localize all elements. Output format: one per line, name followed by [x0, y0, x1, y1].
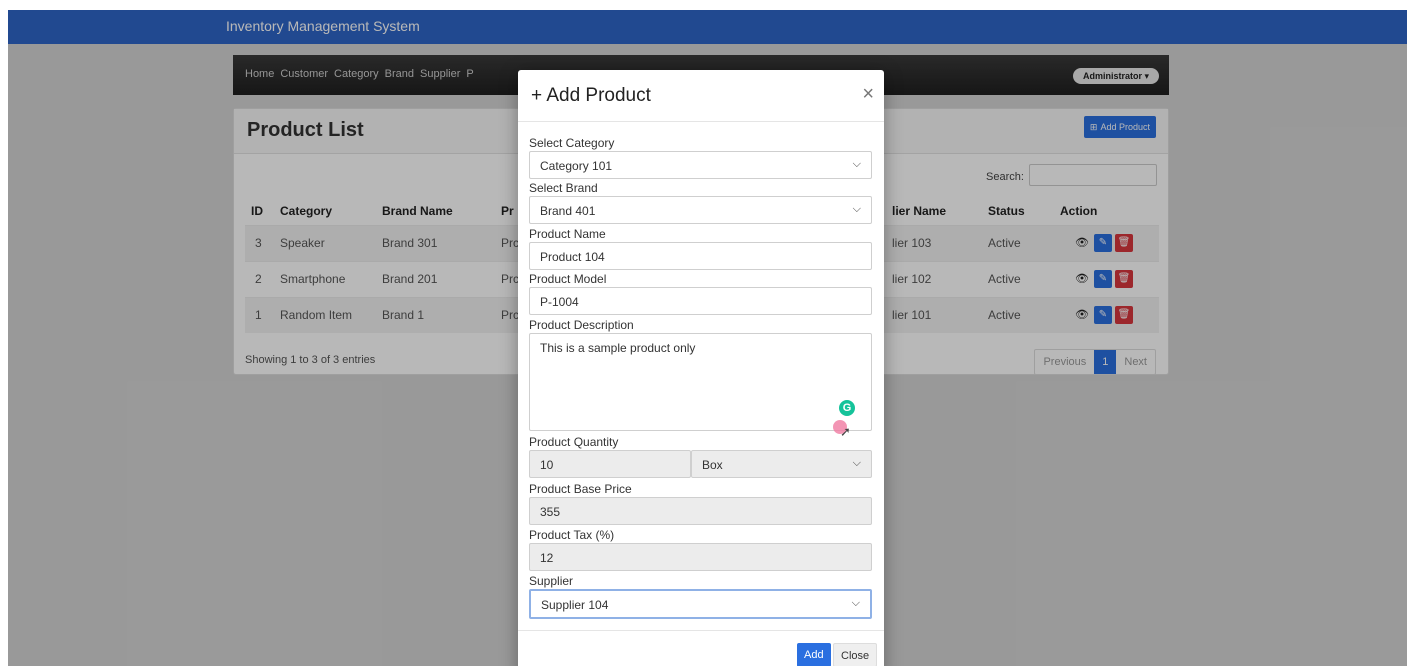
brand-label: Select Brand	[529, 181, 598, 195]
unit-value: Box	[702, 458, 723, 472]
category-select[interactable]: Category 101 ⌵	[529, 151, 872, 179]
tax-label: Product Tax (%)	[529, 528, 615, 542]
base-price-label: Product Base Price	[529, 482, 632, 496]
product-model-label: Product Model	[529, 272, 607, 286]
chevron-down-icon: ⌵	[852, 457, 861, 469]
chevron-down-icon: ⌵	[852, 158, 861, 170]
description-value: This is a sample product only	[540, 341, 696, 355]
quantity-input[interactable]: 10	[529, 450, 691, 478]
brand-value: Brand 401	[540, 204, 596, 218]
browser-viewport: Inventory Management System Home Custome…	[8, 10, 1407, 666]
supplier-value: Supplier 104	[541, 598, 609, 612]
category-value: Category 101	[540, 159, 613, 173]
brand-select[interactable]: Brand 401 ⌵	[529, 196, 872, 224]
product-model-input[interactable]: P-1004	[529, 287, 872, 315]
product-name-value: Product 104	[540, 250, 605, 264]
product-name-label: Product Name	[529, 227, 606, 241]
modal-header: + Add Product ×	[518, 70, 884, 122]
supplier-label: Supplier	[529, 574, 574, 588]
supplier-select[interactable]: Supplier 104 ⌵	[529, 589, 872, 619]
add-product-modal: + Add Product × Select Category Category…	[518, 70, 884, 666]
modal-footer: Add Close	[518, 630, 884, 666]
tax-value: 12	[540, 551, 554, 565]
close-button[interactable]: Close	[833, 643, 878, 666]
unit-select[interactable]: Box ⌵	[691, 450, 872, 478]
base-price-value: 355	[540, 505, 561, 519]
mouse-pointer-icon: ➚	[840, 424, 851, 439]
chevron-down-icon: ⌵	[852, 203, 861, 215]
modal-title: + Add Product	[531, 85, 651, 106]
grammarly-icon[interactable]: G	[839, 400, 855, 416]
quantity-value: 10	[540, 458, 554, 472]
add-button[interactable]: Add	[797, 643, 831, 666]
base-price-input[interactable]: 355	[529, 497, 872, 525]
product-model-value: P-1004	[540, 295, 579, 309]
tax-input[interactable]: 12	[529, 543, 872, 571]
category-label: Select Category	[529, 136, 615, 150]
description-textarea[interactable]: This is a sample product only	[529, 333, 872, 431]
product-name-input[interactable]: Product 104	[529, 242, 872, 270]
close-icon[interactable]: ×	[862, 83, 874, 106]
chevron-down-icon: ⌵	[851, 597, 860, 609]
description-label: Product Description	[529, 318, 634, 332]
quantity-label: Product Quantity	[529, 435, 619, 449]
